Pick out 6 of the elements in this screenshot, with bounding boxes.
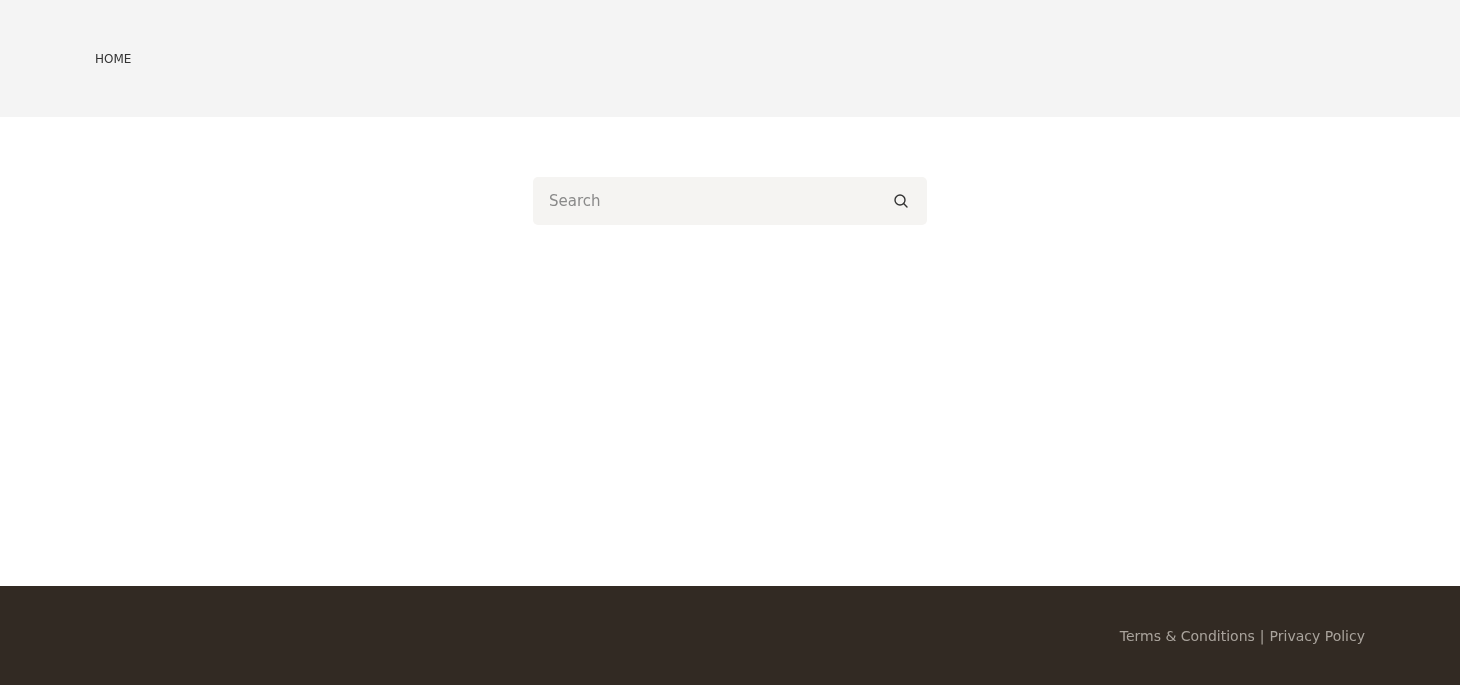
link-separator: | bbox=[1259, 627, 1265, 644]
footer-link[interactable]: Terms & Conditions bbox=[1119, 627, 1255, 644]
search-field[interactable]: Search bbox=[533, 177, 927, 225]
footer-link[interactable]: Privacy Policy bbox=[1269, 627, 1365, 644]
search-icon[interactable] bbox=[893, 193, 909, 209]
nav-link[interactable]: HOME bbox=[95, 51, 132, 66]
